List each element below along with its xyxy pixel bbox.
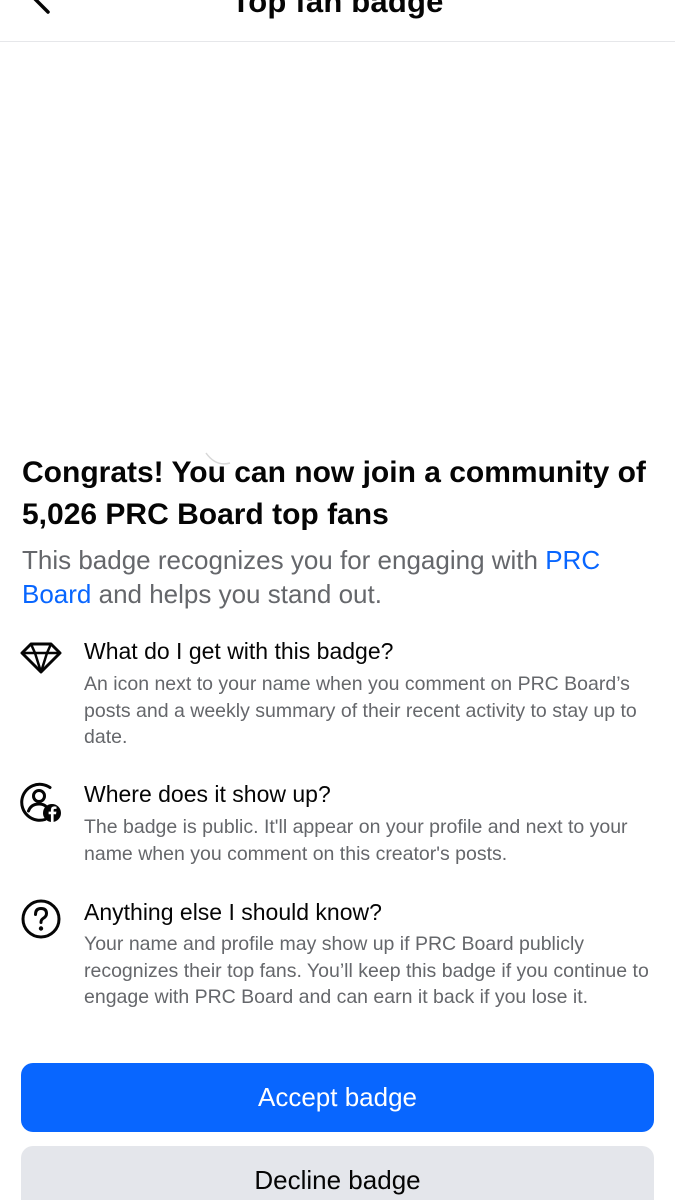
profile-facebook-icon — [20, 782, 61, 822]
info-body: An icon next to your name when you comme… — [84, 673, 637, 748]
headline: Congrats! You can now join a community o… — [22, 456, 646, 531]
info-title: Where does it show up? — [84, 781, 331, 807]
accept-badge-button[interactable]: Accept badge — [21, 1063, 654, 1132]
decline-badge-button[interactable]: Decline badge — [21, 1146, 654, 1200]
info-body: Your name and profile may show up if PRC… — [84, 933, 649, 1008]
top-fan-badge-screen: Top fan badge Congrats! You can now join… — [0, 0, 675, 1200]
info-title: Anything else I should know? — [84, 899, 382, 925]
header: Top fan badge — [0, 0, 675, 42]
diamond-icon — [20, 642, 62, 674]
description: This badge recognizes you for engaging w… — [22, 543, 662, 611]
question-circle-icon — [21, 899, 61, 939]
description-text-start: This badge recognizes you for engaging w… — [22, 545, 546, 575]
page-title: Top fan badge — [231, 0, 444, 19]
badge-illustration — [0, 43, 675, 465]
info-title: What do I get with this badge? — [84, 638, 394, 664]
description-text-end: and helps you stand out. — [91, 579, 382, 609]
info-body: The badge is public. It'll appear on you… — [84, 816, 628, 865]
